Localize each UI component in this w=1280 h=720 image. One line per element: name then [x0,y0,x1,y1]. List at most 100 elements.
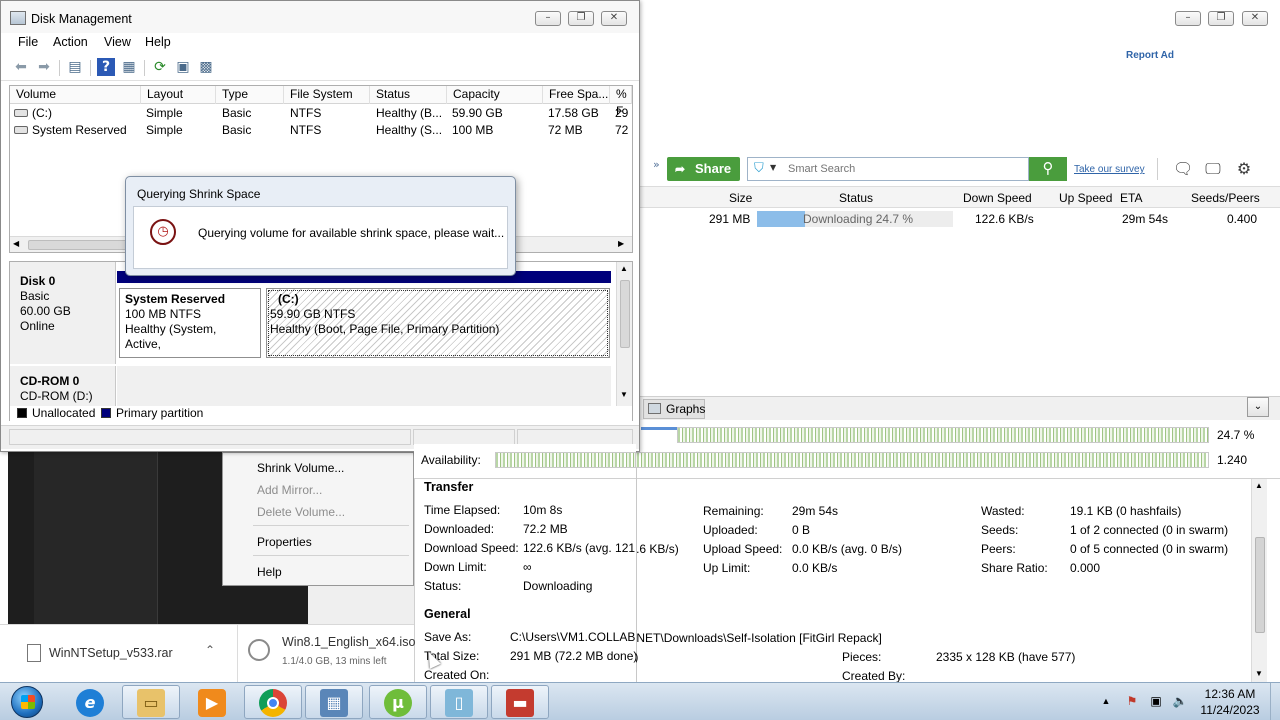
col-free-space[interactable]: Free Spa... [543,86,610,104]
file-icon [27,644,41,662]
chevron-up-icon[interactable]: ⌃ [205,643,215,657]
utorrent-toolbar: » ➦ Share ⛉ ▼ ⚲ Take our survey 🗨 🖵 ⚙ [637,152,1280,186]
show-desktop-button[interactable] [1270,683,1280,720]
system-tray: ▲ ⚑ ▣ 🔈 12:36 AM 11/24/2023 [1094,683,1280,720]
search-icon[interactable]: ⚲ [1029,157,1067,181]
row-status: Healthy (B... [376,106,443,120]
download-filename: WinNTSetup_v533.rar [49,646,173,660]
menu-file[interactable]: File [18,35,38,49]
utorrent-minimize-button[interactable]: – [1175,11,1201,26]
volume-icon[interactable]: 🔈 [1172,693,1188,709]
menu-view[interactable]: View [104,35,131,49]
properties-pane-icon[interactable]: ▦ [120,58,138,76]
info-scrollbar[interactable]: ▲ ▼ [1251,479,1267,683]
taskbar-computer-management[interactable]: ▦ [305,685,363,719]
info-scroll-thumb[interactable] [1255,537,1265,633]
up-limit-label: Up Limit: [703,561,751,575]
chat-icon[interactable]: 🗨 [1173,159,1193,179]
row-status: Healthy (S... [376,123,443,137]
help-icon[interactable]: ? [97,58,115,76]
cdrom-label[interactable]: CD-ROM 0 CD-ROM (D:) [10,366,116,406]
disk-management-titlebar: Disk Management – ❐ ✕ [1,1,639,33]
collapse-details-button[interactable]: ⌄ [1247,397,1269,417]
menu-bar: File Action View Help [1,33,639,53]
utorrent-close-button[interactable]: ✕ [1242,11,1268,26]
clock-time[interactable]: 12:36 AM [1200,687,1260,701]
torrent-progress-fill [757,211,806,227]
downloaded-value-left: 72.2 MB [523,522,568,536]
menu-help[interactable]: Help [145,35,171,49]
partition-c[interactable]: (C:) 59.90 GB NTFS Healthy (Boot, Page F… [266,288,610,358]
network-icon[interactable]: ▣ [1148,693,1164,709]
table-row[interactable]: (C:) Simple Basic NTFS Healthy (B... 59.… [10,105,632,122]
col-status[interactable]: Status [370,86,447,104]
col-type[interactable]: Type [216,86,284,104]
utorrent-maximize-button[interactable]: ❐ [1208,11,1234,26]
settings-icon[interactable]: ▩ [197,58,215,76]
download-item[interactable]: WinNTSetup_v533.rar ⌃ [0,625,238,683]
forward-arrow-icon[interactable]: ➡ [35,58,53,76]
rescan-disks-icon[interactable]: ▣ [174,58,192,76]
taskbar-media-player[interactable]: ▶ [183,685,241,719]
col-seeds-peers[interactable]: Seeds/Peers [1191,191,1260,205]
menu-item-properties[interactable]: Properties [257,535,312,549]
volume-list-header: Volume Layout Type File System Status Ca… [10,86,632,118]
smart-search-input[interactable] [788,161,1020,177]
col-down-speed[interactable]: Down Speed [963,191,1032,205]
start-button[interactable] [4,684,50,720]
col-eta[interactable]: ETA [1120,191,1142,205]
minimize-button[interactable]: – [535,11,561,26]
refresh-icon[interactable]: ⟳ [151,58,169,76]
smart-search-box[interactable]: ⛉ ▼ [747,157,1029,181]
disk0-label[interactable]: Disk 0 Basic 60.00 GB Online [10,262,116,364]
chevron-down-icon[interactable]: ▼ [770,163,776,172]
scroll-up-icon[interactable]: ▲ [1255,481,1263,490]
maximize-button[interactable]: ❐ [568,11,594,26]
disk-graph-vscroll-thumb[interactable] [620,280,630,348]
share-button[interactable]: ➦ Share [667,157,740,181]
col-percent-free[interactable]: % F [610,86,632,118]
partition-system-reserved[interactable]: System Reserved 100 MB NTFS Healthy (Sys… [119,288,261,358]
report-ad-link[interactable]: Report Ad [1126,50,1174,61]
col-file-system[interactable]: File System [284,86,370,104]
disk-graph-vscrollbar[interactable]: ▲ ▼ [616,262,632,406]
scroll-down-icon[interactable]: ▼ [620,390,628,399]
take-survey-link[interactable]: Take our survey [1074,164,1145,175]
taskbar-toolbox[interactable]: ▬ [491,685,549,719]
peers-value: 0 of 5 connected (0 in swarm) [1070,542,1229,556]
col-capacity[interactable]: Capacity [447,86,543,104]
console-tree-icon[interactable]: ▤ [66,58,84,76]
scroll-right-icon[interactable]: ▶ [618,239,624,248]
taskbar-chrome[interactable] [244,685,302,719]
taskbar-explorer[interactable]: ▭ [122,685,180,719]
taskbar-app[interactable]: ▯ [430,685,488,719]
gear-icon[interactable]: ⚙ [1234,159,1254,179]
action-center-icon[interactable]: ⚑ [1124,693,1140,709]
partition-c-size: 59.90 GB NTFS [270,307,356,321]
close-button[interactable]: ✕ [601,11,627,26]
taskbar-ie[interactable]: e [61,685,119,719]
download-item[interactable]: Win8.1_English_x64.iso 1.1/4.0 GB, 13 mi… [238,625,415,683]
menu-item-shrink-volume[interactable]: Shrink Volume... [257,461,344,475]
chevron-right-icon[interactable]: » [653,158,660,171]
table-row[interactable]: System Reserved Simple Basic NTFS Health… [10,122,632,139]
scroll-left-icon[interactable]: ◀ [13,239,19,248]
col-layout[interactable]: Layout [141,86,216,104]
col-status[interactable]: Status [839,191,873,205]
clock-date[interactable]: 11/24/2023 [1198,703,1262,717]
scroll-down-icon[interactable]: ▼ [1255,669,1263,678]
taskbar-utorrent[interactable]: µ [369,685,427,719]
taskbar: e ▭ ▶ ▦ µ ▯ ▬ ▲ ⚑ ▣ 🔈 12:36 AM 11/24/202… [0,682,1280,720]
torrent-row[interactable]: 291 MB Downloading 24.7 % 122.6 KB/s 29m… [637,209,1280,229]
tab-graphs[interactable]: Graphs [643,399,705,419]
col-size[interactable]: Size [729,191,752,205]
menu-action[interactable]: Action [53,35,88,49]
scroll-up-icon[interactable]: ▲ [620,264,628,273]
back-arrow-icon[interactable]: ⬅ [12,58,30,76]
col-volume[interactable]: Volume [10,86,141,104]
col-up-speed[interactable]: Up Speed [1059,191,1112,205]
monitor-icon[interactable]: 🖵 [1203,159,1223,179]
menu-item-help[interactable]: Help [257,565,282,579]
show-hidden-icons-icon[interactable]: ▲ [1098,693,1114,709]
graph-icon [648,403,661,414]
